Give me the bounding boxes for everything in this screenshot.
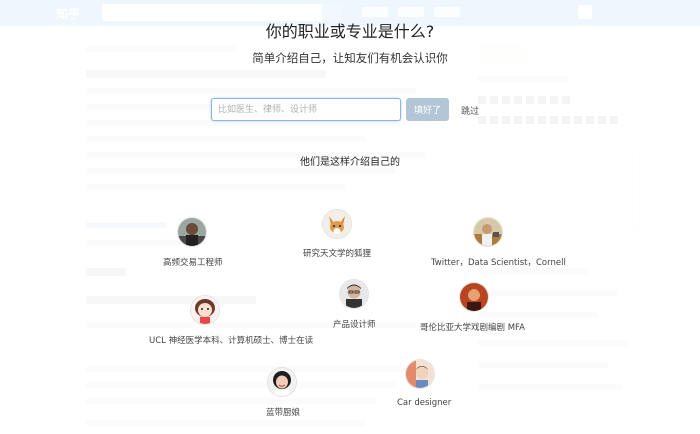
- man-glasses-avatar-icon: [340, 280, 368, 308]
- modal-overlay: 你的职业或专业是什么? 简单介绍自己，让知友们有机会认识你 填好了 跳过 他们是…: [0, 0, 700, 434]
- person-label: Car designer: [397, 398, 452, 408]
- person-label: 产品设计师: [333, 320, 376, 330]
- warm-portrait-avatar-icon: [460, 283, 488, 311]
- person-label: UCL 神经医学本科、计算机硕士、博士在读: [149, 336, 314, 346]
- done-button[interactable]: 填好了: [406, 98, 449, 121]
- person-label: 蓝带厨娘: [266, 408, 301, 418]
- person-label: Twitter，Data Scientist，Cornell: [431, 258, 566, 268]
- person-label: 高频交易工程师: [163, 258, 223, 268]
- modal-subtitle: 简单介绍自己，让知友们有机会认识你: [252, 51, 448, 65]
- occupation-input[interactable]: [211, 98, 401, 121]
- woman-smile-avatar-icon: [268, 368, 296, 396]
- fox-avatar-icon: [323, 210, 351, 238]
- modal-title: 你的职业或专业是什么?: [265, 22, 435, 41]
- colorful-avatar-icon: [406, 360, 434, 388]
- skip-link[interactable]: 跳过: [461, 104, 479, 117]
- person-label: 哥伦比亚大学戏剧编剧 MFA: [420, 323, 525, 333]
- man-desk-avatar-icon: [474, 218, 502, 246]
- person-label: 研究天文学的狐狸: [303, 249, 372, 259]
- examples-heading: 他们是这样介绍自己的: [300, 157, 400, 168]
- man-dark-avatar-icon: [178, 218, 206, 246]
- cartoon-girl-avatar-icon: [191, 296, 219, 324]
